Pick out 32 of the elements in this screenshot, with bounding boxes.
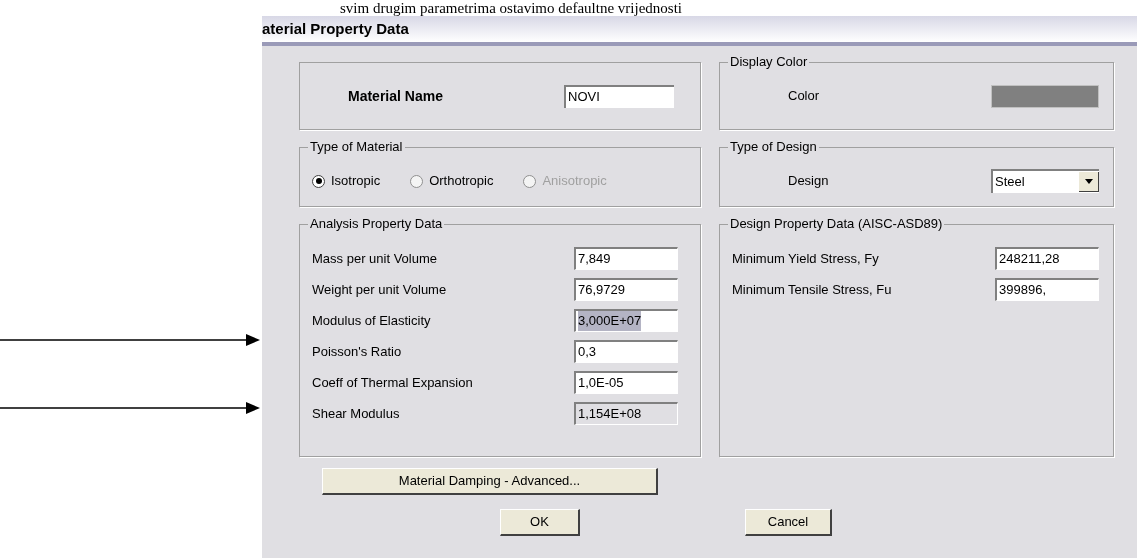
field-label: Color [788, 87, 820, 106]
field-label: Modulus of Elasticity [312, 311, 431, 330]
dialog-button[interactable]: OK [500, 509, 580, 536]
input-field[interactable]: 248211,28 [995, 247, 1099, 270]
field-label: Mass per unit Volume [312, 249, 437, 268]
field-label: Coeff of Thermal Expansion [312, 373, 473, 392]
design-dropdown[interactable]: Steel [991, 169, 1099, 193]
input-field[interactable]: 7,849 [574, 247, 678, 270]
field-label: Shear Modulus [312, 404, 400, 423]
input-field[interactable]: 399896, [995, 278, 1099, 301]
group-title: Type of Material [308, 139, 405, 155]
group-title: Display Color [728, 54, 810, 70]
field-label: Minimum Yield Stress, Fy [732, 249, 879, 268]
field-label: Weight per unit Volume [312, 280, 447, 299]
group-title: Type of Design [728, 139, 819, 155]
dialog-button[interactable]: Cancel [745, 509, 832, 536]
group-title: Design Property Data (AISC-ASD89) [728, 216, 945, 232]
field-label: Design [788, 172, 829, 191]
radio-option[interactable]: Isotropic [312, 171, 381, 191]
dialog-button[interactable]: Material Damping - Advanced... [322, 468, 658, 495]
window-title: aterial Property Data [262, 18, 409, 39]
group-title: Analysis Property Data [308, 216, 445, 232]
input-field[interactable]: 0,3 [574, 340, 678, 363]
field-label: Minimum Tensile Stress, Fu [732, 280, 892, 299]
input-field[interactable]: 76,9729 [574, 278, 678, 301]
field-label: Poisson's Ratio [312, 342, 402, 361]
input-field[interactable]: 1,0E-05 [574, 371, 678, 394]
input-field[interactable]: NOVI [564, 84, 674, 108]
caption-text: svim drugim parametrima ostavimo defaultne vrijednosti [340, 0, 682, 16]
radio-option[interactable]: Orthotropic [410, 171, 494, 191]
input-field[interactable]: 3,000E+07 [574, 309, 678, 332]
field-label: Material Name [348, 86, 443, 106]
